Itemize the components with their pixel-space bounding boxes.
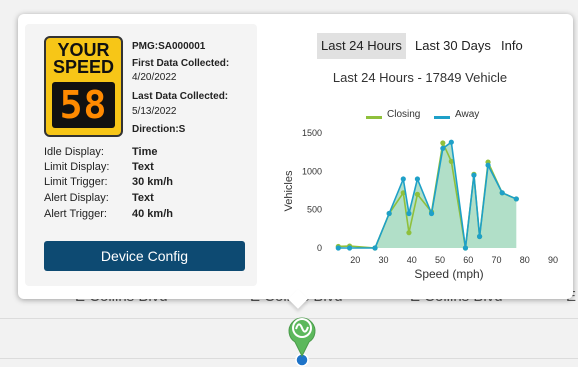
sign-speed-display: 58: [52, 82, 115, 128]
legend-swatch-closing: [366, 116, 382, 119]
last-collected-value: 5/13/2022: [132, 106, 177, 117]
setting-label: Idle Display:: [44, 146, 104, 158]
legend-swatch-away: [434, 116, 450, 119]
tab-last-24-hours[interactable]: Last 24 Hours: [317, 33, 406, 59]
setting-label: Alert Trigger:: [44, 208, 107, 220]
speed-sign-image: YOUR SPEED 58: [44, 36, 123, 137]
tab-last-30-days[interactable]: Last 30 Days: [411, 33, 495, 59]
device-config-button[interactable]: Device Config: [44, 241, 245, 271]
setting-label: Alert Display:: [44, 192, 109, 204]
first-collected-value: 4/20/2022: [132, 72, 177, 83]
chart-title: Last 24 Hours - 17849 Vehicle: [332, 70, 508, 85]
setting-value: Text: [132, 161, 154, 173]
setting-value: Time: [132, 146, 158, 158]
first-collected-label: First Data Collected:: [132, 58, 230, 69]
direction: Direction:S: [132, 124, 186, 135]
legend-label-closing: Closing: [387, 109, 421, 120]
setting-value: Text: [132, 192, 154, 204]
setting-label: Limit Display:: [44, 161, 110, 173]
last-collected-label: Last Data Collected:: [132, 91, 229, 102]
device-map-pin-icon[interactable]: [287, 312, 317, 367]
legend-label-away: Away: [455, 109, 480, 120]
setting-value: 40 km/h: [132, 208, 173, 220]
setting-label: Limit Trigger:: [44, 176, 108, 188]
device-pmg-id: PMG:SA000001: [132, 41, 206, 52]
sign-line-2: SPEED: [52, 57, 115, 77]
tab-info[interactable]: Info: [497, 33, 527, 59]
setting-value: 30 km/h: [132, 176, 173, 188]
